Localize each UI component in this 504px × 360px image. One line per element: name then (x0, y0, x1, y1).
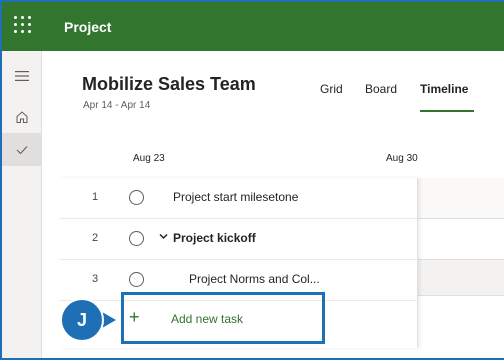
task-name[interactable]: Project kickoff (173, 231, 256, 245)
app-title: Project (64, 19, 112, 35)
timeline-date-label: Aug 23 (133, 153, 165, 164)
task-number: 3 (91, 273, 99, 285)
chevron-down-icon[interactable] (159, 233, 168, 240)
active-tab-indicator (420, 110, 474, 112)
task-name[interactable]: Project Norms and Col... (189, 272, 320, 286)
menu-icon[interactable] (2, 59, 41, 92)
timeline-row (417, 178, 504, 219)
tab-grid[interactable]: Grid (320, 82, 343, 96)
timeline-row (417, 219, 504, 260)
callout-pointer (102, 312, 116, 328)
highlight-box (121, 292, 325, 344)
app-header: Project (2, 2, 504, 51)
task-row[interactable]: 2 Project kickoff (59, 219, 418, 260)
tab-timeline[interactable]: Timeline (420, 82, 468, 96)
app-window: Project Mobilize Sales Team Apr 14 - Apr… (0, 0, 504, 360)
callout-badge: J (60, 298, 104, 342)
plan-title: Mobilize Sales Team (82, 74, 256, 94)
tab-board[interactable]: Board (365, 82, 397, 96)
home-icon[interactable] (2, 100, 41, 133)
task-row[interactable]: 1 Project start milesetone (59, 178, 418, 219)
timeline-date-label: Aug 30 (386, 153, 418, 164)
task-name[interactable]: Project start milesetone (173, 190, 298, 204)
task-number: 2 (91, 232, 99, 244)
task-complete-circle-icon[interactable] (129, 272, 144, 287)
plan-dates: Apr 14 - Apr 14 (83, 100, 151, 111)
task-complete-circle-icon[interactable] (129, 231, 144, 246)
task-number: 1 (91, 191, 99, 203)
timeline-row (417, 260, 504, 296)
app-launcher-icon[interactable] (12, 14, 34, 36)
check-icon[interactable] (2, 133, 41, 166)
task-complete-circle-icon[interactable] (129, 190, 144, 205)
left-rail (2, 51, 42, 358)
